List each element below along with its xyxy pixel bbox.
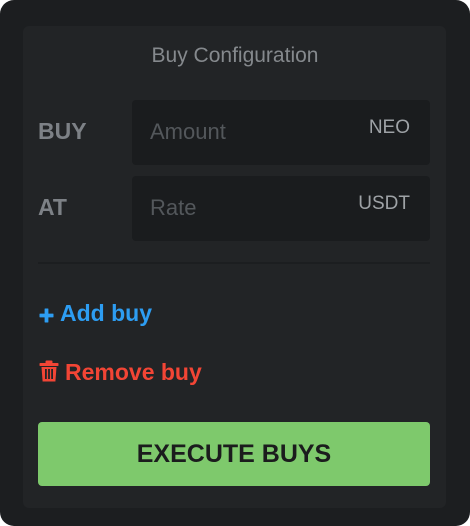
rate-placeholder: Rate — [150, 195, 197, 220]
amount-placeholder: Amount — [150, 119, 226, 144]
amount-unit: NEO — [368, 117, 410, 138]
amount-field[interactable]: Amount NEO — [132, 100, 430, 165]
rate-unit: USDT — [358, 193, 410, 214]
add-buy-link[interactable]: Add buy — [39, 298, 152, 330]
divider — [38, 262, 430, 264]
plus-icon — [39, 300, 54, 330]
add-buy-label: Add buy — [60, 300, 152, 326]
remove-buy-link[interactable]: Remove buy — [39, 357, 202, 389]
buy-config-window: Buy Configuration BUY Amount NEO AT Rate… — [0, 0, 470, 526]
buy-label: BUY — [38, 118, 87, 144]
panel-title: Buy Configuration — [151, 44, 319, 67]
at-label: AT — [38, 194, 67, 220]
rate-field[interactable]: Rate USDT — [132, 176, 430, 241]
trash-icon — [39, 359, 59, 389]
execute-buys-button[interactable]: EXECUTE BUYS — [38, 422, 430, 486]
remove-buy-label: Remove buy — [65, 359, 202, 385]
